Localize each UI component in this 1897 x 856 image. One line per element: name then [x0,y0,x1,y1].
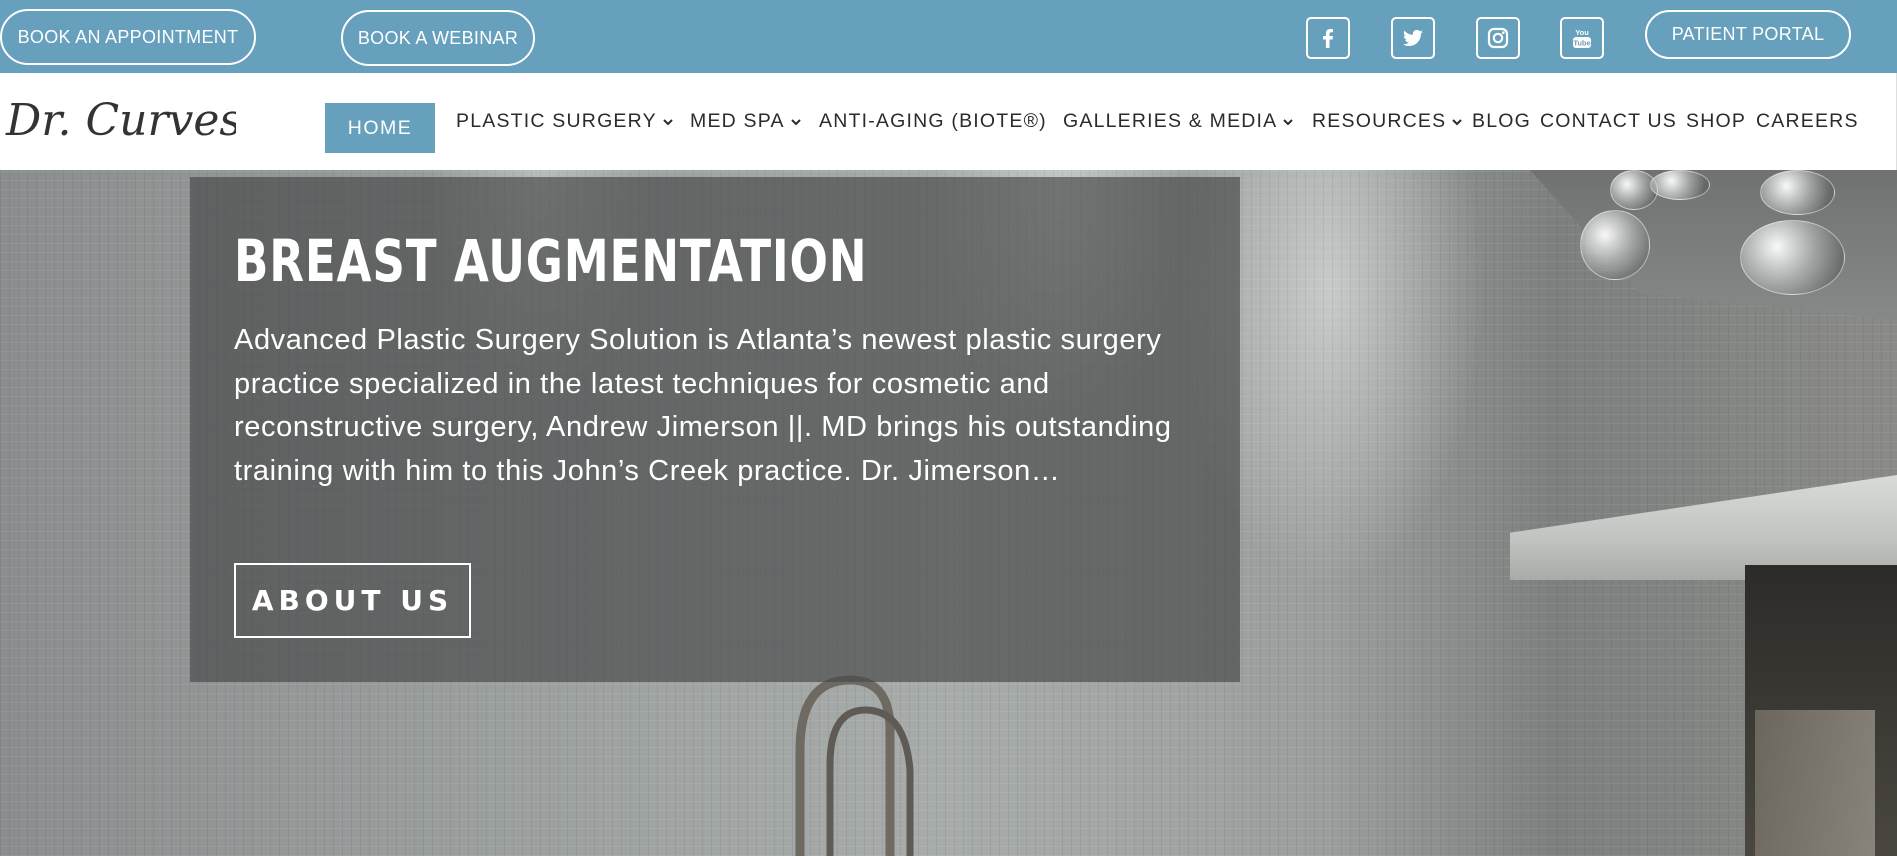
chevron-down-icon [791,118,801,125]
nav-careers-label: CAREERS [1756,110,1859,132]
svg-text:Tube: Tube [1573,39,1590,48]
decorative-light-bubble [1760,170,1835,215]
nav-plastic-surgery[interactable]: PLASTIC SURGERY [456,73,674,170]
twitter-link[interactable] [1391,17,1435,59]
nav-blog-label: BLOG [1472,110,1531,132]
facebook-icon [1323,29,1333,48]
decorative-light-bubble [1650,170,1710,200]
hero-title: BREAST AUGMENTATION [234,227,868,295]
instagram-link[interactable] [1476,17,1520,59]
twitter-icon [1402,29,1423,46]
book-webinar-button[interactable]: BOOK A WEBINAR [341,10,535,66]
nav-resources-label: RESOURCES [1312,110,1447,132]
nav-blog[interactable]: BLOG [1472,73,1531,170]
instagram-icon [1487,27,1509,49]
hero-description: Advanced Plastic Surgery Solution is Atl… [234,324,1172,487]
hero-background-faucet [795,675,914,856]
facebook-link[interactable] [1306,17,1350,59]
patient-portal-button[interactable]: PATIENT PORTAL [1645,10,1851,59]
nav-shop[interactable]: SHOP [1686,73,1746,170]
youtube-link[interactable]: You Tube [1560,17,1604,59]
nav-anti-aging-label: ANTI-AGING (BIOTE®) [819,110,1047,132]
nav-careers[interactable]: CAREERS [1756,73,1859,170]
youtube-icon: You Tube [1573,28,1591,48]
svg-text:You: You [1575,28,1589,37]
nav-resources[interactable]: RESOURCES [1312,73,1463,170]
logo[interactable]: Dr. Curves [4,83,236,157]
hero-text-panel: BREAST AUGMENTATION Advanced Plastic Sur… [190,177,1240,682]
nav-galleries-media[interactable]: GALLERIES & MEDIA [1063,73,1294,170]
nav-plastic-surgery-label: PLASTIC SURGERY [456,110,657,132]
nav-home[interactable]: HOME [325,103,435,153]
top-bar: BOOK AN APPOINTMENT BOOK A WEBINAR You T… [0,0,1897,73]
nav-contact-us[interactable]: CONTACT US [1540,73,1677,170]
nav-galleries-media-label: GALLERIES & MEDIA [1063,110,1278,132]
nav-shop-label: SHOP [1686,110,1747,132]
decorative-light-bubble [1740,220,1845,295]
chevron-down-icon [1452,118,1463,125]
nav-med-spa-label: MED SPA [690,110,785,132]
nav-med-spa[interactable]: MED SPA [690,73,802,170]
chevron-down-icon [663,118,673,125]
hero-background-glass [1755,710,1875,856]
logo-text: Dr. Curves [5,95,236,146]
main-navigation: Dr. Curves HOME PLASTIC SURGERY MED SPA … [0,73,1897,170]
about-us-button[interactable]: ABOUT US [234,563,471,638]
nav-contact-us-label: CONTACT US [1540,110,1677,132]
hero-section: BREAST AUGMENTATION Advanced Plastic Sur… [0,170,1897,856]
decorative-light-bubble [1580,210,1650,280]
chevron-down-icon [1283,118,1294,125]
book-appointment-button[interactable]: BOOK AN APPOINTMENT [0,9,256,65]
nav-anti-aging[interactable]: ANTI-AGING (BIOTE®) [819,73,1047,170]
